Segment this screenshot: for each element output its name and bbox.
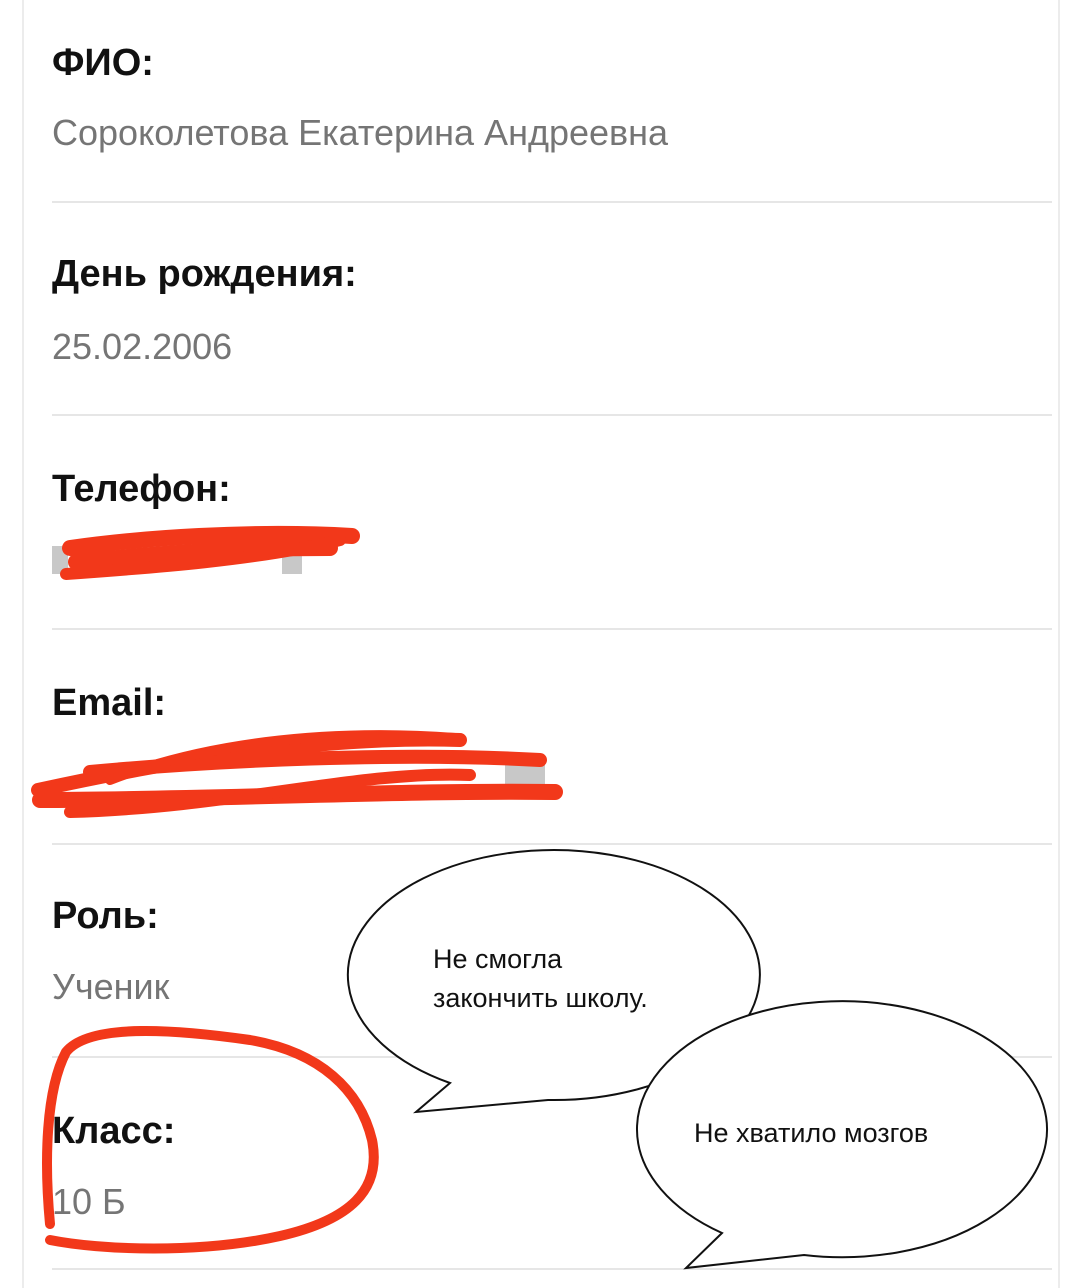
email-label: Email: <box>52 682 167 724</box>
divider <box>52 201 1052 203</box>
divider <box>52 1268 1052 1270</box>
class-label: Класс: <box>52 1110 176 1152</box>
divider <box>52 414 1052 416</box>
bubble-1-line-2: закончить школу. <box>433 983 648 1013</box>
role-label: Роль: <box>52 895 159 937</box>
bubble-1-line-1: Не смогла <box>433 944 563 974</box>
divider <box>52 628 1052 630</box>
birthday-label: День рождения: <box>52 253 357 295</box>
phone-label: Телефон: <box>52 468 231 510</box>
divider <box>52 843 1052 845</box>
full-name-label: ФИО: <box>52 42 154 84</box>
profile-card <box>22 0 1060 1288</box>
class-value: 10 Б <box>52 1181 126 1222</box>
full-name-value: Сороколетова Екатерина Андреевна <box>52 112 669 153</box>
bubble-2-text: Не хватило мозгов <box>694 1118 929 1148</box>
divider <box>52 1056 1052 1058</box>
role-value: Ученик <box>52 966 170 1007</box>
birthday-value: 25.02.2006 <box>52 326 233 367</box>
